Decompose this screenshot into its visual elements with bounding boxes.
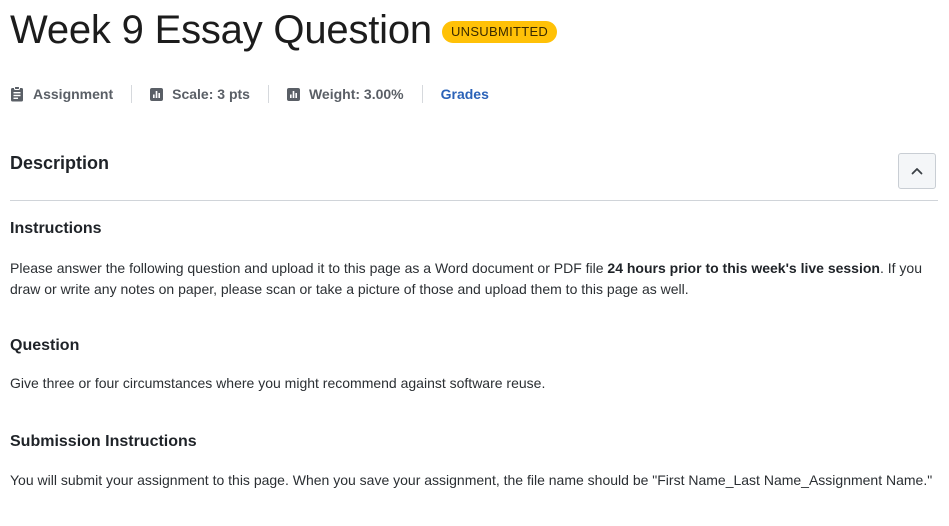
meta-weight-label: Weight: 3.00%: [308, 86, 404, 102]
assignment-meta: Assignment Scale: 3 pts Weight: 3.00% Gr…: [10, 84, 489, 104]
question-text: Give three or four circumstances where y…: [10, 375, 546, 391]
instructions-heading: Instructions: [10, 220, 102, 237]
meta-divider: [421, 85, 423, 103]
collapse-description-button[interactable]: [898, 153, 936, 189]
submission-heading: Submission Instructions: [10, 433, 197, 450]
question-heading: Question: [10, 337, 80, 354]
status-badge: UNSUBMITTED: [441, 21, 558, 43]
clipboard-icon: [11, 86, 23, 102]
instructions-text: Please answer the following question and…: [10, 258, 938, 300]
grades-link[interactable]: Grades: [441, 86, 489, 102]
meta-scale-label: Scale: 3 pts: [172, 86, 250, 102]
section-divider: [10, 200, 938, 201]
meta-weight: Weight: 3.00%: [286, 86, 404, 102]
meta-divider: [131, 85, 133, 103]
instructions-deadline: 24 hours prior to this week's live sessi…: [607, 260, 880, 276]
chevron-up-icon: [911, 168, 923, 175]
instructions-text-start: Please answer the following question and…: [10, 260, 608, 276]
bar-chart-icon: [286, 87, 300, 101]
meta-divider: [267, 85, 269, 103]
assignment-page: Week 9 Essay Question UNSUBMITTED Assign…: [0, 0, 949, 526]
bar-chart-icon: [150, 87, 164, 101]
submission-text: You will submit your assignment to this …: [10, 472, 933, 488]
title-row: Week 9 Essay Question UNSUBMITTED: [10, 6, 558, 54]
description-heading: Description: [10, 153, 110, 173]
meta-type-label: Assignment: [33, 86, 114, 102]
page-title: Week 9 Essay Question: [10, 8, 432, 52]
meta-type: Assignment: [10, 86, 113, 102]
meta-scale: Scale: 3 pts: [150, 86, 250, 102]
